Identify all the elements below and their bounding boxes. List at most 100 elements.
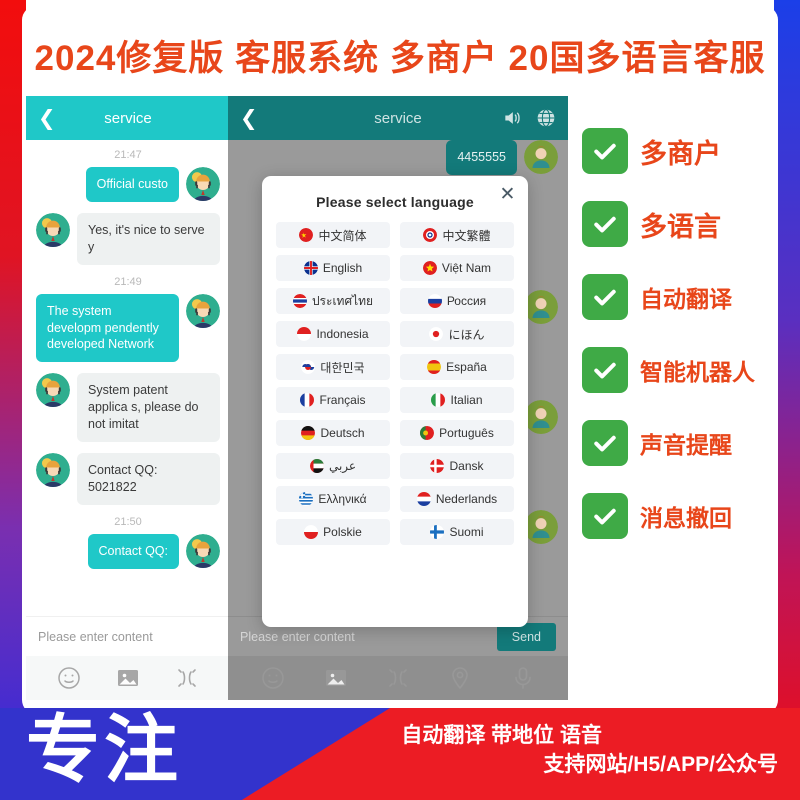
flag-icon-fr bbox=[300, 393, 315, 407]
message-bubble: Official custo bbox=[85, 167, 179, 202]
speaker-icon[interactable] bbox=[502, 108, 522, 128]
feature-item: 多商户 bbox=[582, 128, 782, 174]
chat-header-left: ❮ service bbox=[26, 96, 230, 140]
toolbar-left bbox=[26, 656, 230, 700]
check-icon bbox=[582, 201, 628, 247]
sticker-icon[interactable] bbox=[174, 665, 200, 691]
chat-message-row: The system developm pendently developed … bbox=[26, 293, 230, 363]
banner-badge: 专注 bbox=[26, 708, 182, 791]
close-icon[interactable]: ✕ bbox=[498, 185, 517, 204]
chevron-left-icon[interactable]: ❮ bbox=[38, 108, 56, 129]
language-option-pl[interactable]: Polskie bbox=[276, 519, 390, 545]
user-avatar bbox=[524, 140, 558, 174]
language-option-label: Dansk bbox=[449, 459, 484, 473]
language-option-label: 대한민국 bbox=[320, 360, 365, 375]
language-option-label: Italian bbox=[450, 393, 483, 407]
microphone-icon[interactable] bbox=[510, 665, 536, 691]
chat-message-row: System patent applica s, please do not i… bbox=[26, 373, 230, 442]
language-option-th[interactable]: ประเทศไทย bbox=[276, 288, 390, 314]
language-option-pt[interactable]: Português bbox=[400, 420, 514, 446]
flag-icon-tw bbox=[423, 228, 438, 242]
flag-icon-ae bbox=[309, 459, 324, 473]
sticker-icon[interactable] bbox=[385, 665, 411, 691]
language-option-de[interactable]: Deutsch bbox=[276, 420, 390, 446]
image-icon[interactable] bbox=[323, 665, 349, 691]
feature-item: 自动翻译 bbox=[582, 274, 782, 320]
flag-icon-it bbox=[431, 393, 446, 407]
banner-text: 自动翻译 带地位 语音 支持网站/H5/APP/公众号 bbox=[401, 722, 778, 780]
language-option-jp[interactable]: にほん bbox=[400, 321, 514, 347]
user-avatar bbox=[524, 400, 558, 434]
language-option-fi[interactable]: Suomi bbox=[400, 519, 514, 545]
language-option-ru[interactable]: Россия bbox=[400, 288, 514, 314]
flag-icon-dk bbox=[430, 459, 445, 473]
language-option-label: Nederlands bbox=[435, 492, 498, 506]
language-option-tw[interactable]: 中文繁體 bbox=[400, 222, 514, 248]
language-option-nl[interactable]: Nederlands bbox=[400, 486, 514, 512]
language-option-dk[interactable]: Dansk bbox=[400, 453, 514, 479]
flag-icon-nl bbox=[416, 492, 431, 506]
language-grid: 中文简体 中文繁體 English Việt Nam ประเทศไทย Россия In… bbox=[276, 222, 514, 545]
flag-icon-fi bbox=[430, 525, 445, 539]
language-option-gr[interactable]: Ελληνικά bbox=[276, 486, 390, 512]
chat-message-row: Contact QQ: 5021822 bbox=[26, 452, 230, 505]
feature-item: 智能机器人 bbox=[582, 347, 782, 393]
message-input-left[interactable]: Please enter content bbox=[26, 616, 230, 656]
flag-icon-pt bbox=[420, 426, 435, 440]
message-timestamp: 21:49 bbox=[114, 275, 142, 288]
language-option-fr[interactable]: Français bbox=[276, 387, 390, 413]
language-option-label: Português bbox=[439, 426, 494, 440]
bottom-banner: 专注 自动翻译 带地位 语音 支持网站/H5/APP/公众号 bbox=[0, 708, 800, 800]
message-timestamp: 21:47 bbox=[114, 149, 142, 161]
language-option-id[interactable]: Indonesia bbox=[276, 321, 390, 347]
language-option-es[interactable]: España bbox=[400, 354, 514, 380]
language-option-it[interactable]: Italian bbox=[400, 387, 514, 413]
agent-avatar bbox=[36, 212, 70, 247]
emoji-icon[interactable] bbox=[56, 665, 82, 691]
emoji-icon[interactable] bbox=[260, 665, 286, 691]
language-select-dialog: ✕ Please select language 中文简体 中文繁體 English… bbox=[262, 176, 528, 627]
flag-icon-pl bbox=[304, 525, 319, 539]
flag-icon-ru bbox=[427, 294, 442, 308]
check-icon bbox=[582, 347, 628, 393]
language-option-label: にほん bbox=[448, 327, 485, 342]
chat-message-row: Yes, it's nice to serve y bbox=[26, 212, 230, 265]
language-option-label: Polskie bbox=[323, 525, 362, 539]
flag-icon-kr bbox=[301, 360, 316, 374]
language-option-label: Россия bbox=[446, 294, 487, 308]
language-option-ae[interactable]: عربي bbox=[276, 453, 390, 479]
feature-label: 智能机器人 bbox=[640, 359, 755, 385]
feature-item: 消息撤回 bbox=[582, 493, 782, 539]
language-option-label: عربي bbox=[328, 459, 357, 473]
language-option-label: Ελληνικά bbox=[318, 492, 367, 506]
chevron-left-icon[interactable]: ❮ bbox=[240, 108, 258, 129]
language-option-kr[interactable]: 대한민국 bbox=[276, 354, 390, 380]
language-option-cn[interactable]: 中文简体 bbox=[276, 222, 390, 248]
flag-icon-id bbox=[297, 327, 312, 341]
language-option-vn[interactable]: Việt Nam bbox=[400, 255, 514, 281]
banner-line-2: 支持网站/H5/APP/公众号 bbox=[543, 752, 778, 776]
check-icon bbox=[582, 274, 628, 320]
image-icon[interactable] bbox=[115, 665, 141, 691]
message-bubble: 4455555 bbox=[446, 140, 517, 175]
agent-avatar bbox=[36, 452, 70, 487]
feature-label: 声音提醒 bbox=[640, 432, 732, 458]
flag-icon-gr bbox=[299, 492, 314, 506]
chat-body-left: 21:47 Official custo Yes, it's nice to ser… bbox=[26, 140, 230, 616]
toolbar-right bbox=[228, 656, 568, 700]
input-placeholder-left: Please enter content bbox=[38, 629, 153, 644]
language-option-label: 中文繁體 bbox=[442, 228, 491, 243]
language-option-label: Việt Nam bbox=[441, 261, 492, 275]
user-avatar bbox=[524, 510, 558, 544]
language-option-label: 中文简体 bbox=[318, 228, 367, 243]
check-icon bbox=[582, 493, 628, 539]
language-option-label: España bbox=[446, 360, 487, 374]
message-bubble: The system developm pendently developed … bbox=[36, 293, 179, 363]
location-icon[interactable] bbox=[447, 665, 473, 691]
language-option-gb[interactable]: English bbox=[276, 255, 390, 281]
message-bubble: Contact QQ: 5021822 bbox=[77, 452, 220, 505]
chat-message-row: Contact QQ: bbox=[26, 533, 230, 569]
flag-icon-cn bbox=[299, 228, 314, 242]
globe-icon[interactable] bbox=[536, 108, 556, 128]
flag-icon-th bbox=[292, 294, 307, 308]
